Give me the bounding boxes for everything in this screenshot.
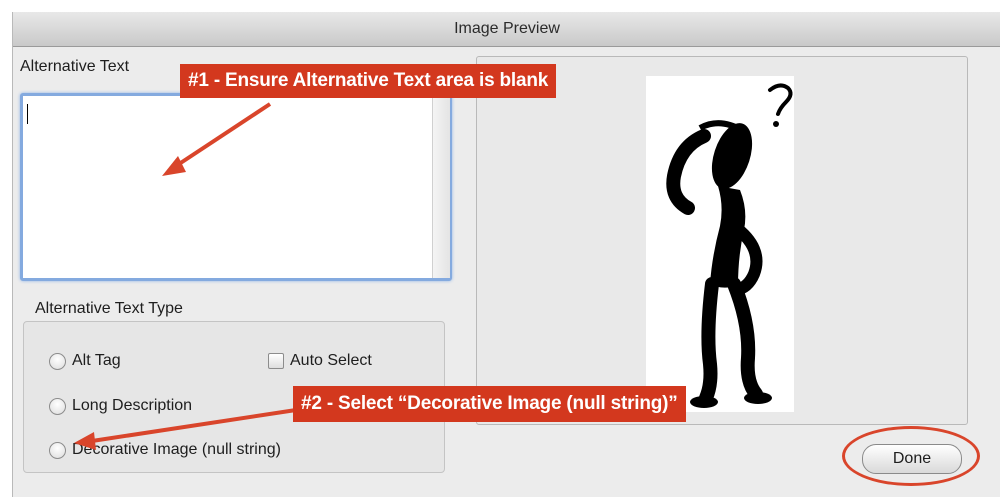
arrow-head-icon [74, 432, 96, 450]
annotation-note-2: #2 - Select “Decorative Image (null stri… [293, 386, 686, 422]
annotation-note-1: #1 - Ensure Alternative Text area is bla… [180, 64, 557, 98]
annotation-arrow-1 [174, 102, 272, 168]
annotation-arrow-2 [91, 408, 297, 443]
arrow-head-icon [162, 156, 186, 176]
